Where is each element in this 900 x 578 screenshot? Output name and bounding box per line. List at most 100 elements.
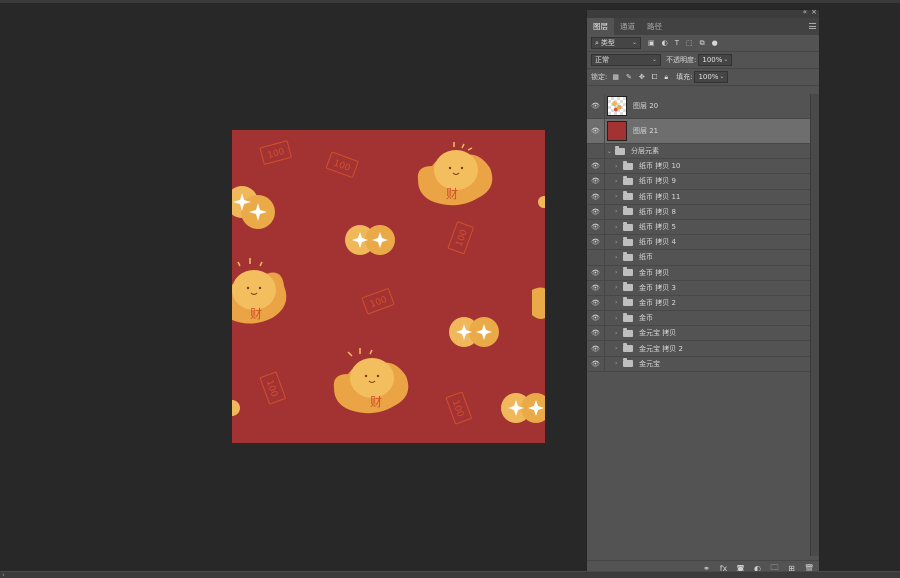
- group-name: 纸币 拷贝 9: [639, 177, 676, 186]
- panel-menu-icon[interactable]: [809, 23, 816, 29]
- folder-icon: [615, 145, 625, 155]
- visibility-toggle[interactable]: 👁︎: [587, 119, 605, 143]
- panel-tabs: 图层 通道 路径: [587, 18, 819, 35]
- blend-mode-dropdown[interactable]: 正常 ⌄: [591, 54, 661, 66]
- chevron-right-icon[interactable]: ›: [615, 193, 623, 200]
- visibility-toggle[interactable]: 👁︎: [587, 356, 605, 371]
- visibility-toggle[interactable]: 👁︎: [587, 204, 605, 219]
- collapse-icon[interactable]: «: [803, 8, 807, 16]
- visibility-toggle[interactable]: 👁︎: [587, 159, 605, 174]
- tab-channels[interactable]: 通道: [614, 18, 641, 35]
- lock-transparent-icon[interactable]: ▦: [612, 73, 619, 81]
- group-row[interactable]: 👁︎ › 金币 拷贝: [587, 265, 811, 281]
- chevron-right-icon[interactable]: ›: [615, 330, 623, 337]
- smartobject-filter-icon[interactable]: ⧉: [700, 39, 705, 48]
- visibility-toggle[interactable]: 👁︎: [587, 189, 605, 204]
- layers-scrollbar[interactable]: [810, 94, 819, 556]
- group-row[interactable]: 👁︎ › 纸币 拷贝 10: [587, 159, 811, 175]
- fill-label: 填充:: [676, 73, 693, 81]
- shape-filter-icon[interactable]: ⬚: [686, 39, 693, 47]
- group-row[interactable]: 👁︎ › 金元宝 拷贝: [587, 326, 811, 342]
- group-row[interactable]: 👁︎ › 纸币 拷贝 9: [587, 174, 811, 190]
- fill-field[interactable]: 100% ⌄: [694, 71, 729, 83]
- chevron-right-icon[interactable]: ›: [615, 284, 623, 291]
- group-name: 金元宝: [639, 359, 660, 368]
- status-bar: ›: [0, 571, 900, 578]
- group-row[interactable]: 👁︎ › 金币 拷贝 2: [587, 295, 811, 312]
- filter-kind-dropdown[interactable]: ⌕ 类型 ⌄: [591, 37, 641, 49]
- visibility-toggle[interactable]: 👁︎: [587, 280, 605, 295]
- chevron-right-icon[interactable]: ›: [615, 163, 623, 170]
- group-row[interactable]: · ⌄ 分层元素: [587, 144, 811, 160]
- ingot-edge-right: [532, 287, 545, 319]
- layer-row[interactable]: 👁︎ 图层 20: [587, 94, 811, 119]
- visibility-toggle[interactable]: 👁︎: [587, 326, 605, 341]
- visibility-toggle[interactable]: ·: [587, 144, 605, 159]
- chevron-right-icon[interactable]: ›: [615, 299, 623, 306]
- lock-position-icon[interactable]: ✥: [639, 73, 645, 81]
- layer-row-selected[interactable]: 👁︎ 图层 21: [587, 119, 811, 144]
- visibility-toggle[interactable]: 👁︎: [587, 265, 605, 280]
- group-row[interactable]: 👁︎ › 金币 拷贝 3: [587, 280, 811, 296]
- chevron-down-icon[interactable]: ⌄: [607, 148, 615, 155]
- group-name: 纸币 拷贝 11: [639, 192, 681, 201]
- group-row[interactable]: 👁︎ › 纸币 拷贝 4: [587, 235, 811, 251]
- chevron-right-icon[interactable]: ›: [615, 208, 623, 215]
- eye-icon: 👁︎: [591, 314, 600, 323]
- group-row[interactable]: 👁︎ › 金币: [587, 311, 811, 327]
- eye-icon: 👁︎: [591, 298, 600, 307]
- eye-icon: 👁︎: [591, 268, 600, 277]
- coin-pair-4: [501, 393, 545, 423]
- chevron-right-icon[interactable]: ›: [615, 269, 623, 276]
- visibility-toggle[interactable]: 👁︎: [587, 94, 605, 118]
- group-row[interactable]: 👁︎ › 纸币 拷贝 11: [587, 189, 811, 205]
- ingot-3-char: 财: [370, 395, 382, 409]
- document-canvas[interactable]: 100 100 100 100 100 100 财 财 财: [232, 130, 545, 443]
- visibility-toggle[interactable]: 👁︎: [587, 174, 605, 189]
- type-filter-icon[interactable]: T: [675, 39, 679, 47]
- chevron-right-icon[interactable]: ›: [615, 345, 623, 352]
- lock-artboard-icon[interactable]: ⧠: [652, 73, 658, 82]
- lock-pixels-icon[interactable]: ✎: [626, 73, 632, 81]
- visibility-toggle[interactable]: 👁︎: [587, 235, 605, 250]
- pixel-filter-icon[interactable]: ▣: [648, 39, 655, 47]
- folder-icon: [623, 236, 633, 246]
- layer-name: 图层 21: [633, 127, 659, 135]
- layer-thumbnail: [607, 121, 627, 141]
- group-name: 金元宝 拷贝 2: [639, 344, 683, 353]
- group-row[interactable]: 👁︎ › 纸币 拷贝 8: [587, 204, 811, 220]
- folder-icon: [623, 343, 633, 353]
- chevron-right-icon[interactable]: ›: [615, 315, 623, 322]
- visibility-toggle[interactable]: 👁︎: [587, 341, 605, 356]
- eye-icon: 👁︎: [591, 177, 600, 186]
- group-name: 纸币 拷贝 4: [639, 238, 676, 247]
- chevron-right-icon[interactable]: ›: [615, 239, 623, 246]
- lock-row: 锁定: ▦ ✎ ✥ ⧠ 🔒︎ 填充: 100% ⌄: [587, 69, 819, 86]
- group-row[interactable]: 👁︎ › 金元宝: [587, 356, 811, 372]
- opacity-value: 100%: [702, 56, 723, 64]
- group-row[interactable]: 👁︎ › 金元宝 拷贝 2: [587, 341, 811, 357]
- group-row[interactable]: 👁︎ › 纸币 拷贝 5: [587, 219, 811, 236]
- chevron-right-icon[interactable]: ›: [615, 178, 623, 185]
- lock-all-icon[interactable]: 🔒︎: [664, 73, 668, 82]
- chevron-right-icon[interactable]: ›: [2, 571, 5, 578]
- filter-toggle-icon[interactable]: ●: [712, 39, 718, 47]
- chevron-right-icon[interactable]: ›: [615, 224, 623, 231]
- visibility-toggle[interactable]: 👁︎: [587, 295, 605, 311]
- opacity-field[interactable]: 100% ⌄: [698, 54, 733, 66]
- tab-paths[interactable]: 路径: [641, 18, 668, 35]
- group-name: 金元宝 拷贝: [639, 329, 677, 338]
- visibility-toggle[interactable]: 👁︎: [587, 311, 605, 326]
- tab-layers[interactable]: 图层: [587, 18, 614, 35]
- group-name: 金币 拷贝 3: [639, 283, 676, 292]
- visibility-toggle[interactable]: ·: [587, 250, 605, 265]
- close-panel-icon[interactable]: ×: [811, 8, 817, 16]
- chevron-right-icon[interactable]: ›: [615, 254, 623, 261]
- adjustment-filter-icon[interactable]: ◐: [662, 39, 668, 47]
- chevron-right-icon[interactable]: ›: [615, 360, 623, 367]
- search-icon: ⌕: [595, 38, 599, 47]
- visibility-toggle[interactable]: 👁︎: [587, 219, 605, 235]
- folder-icon: [623, 221, 633, 231]
- eye-icon: ·: [587, 147, 604, 155]
- group-row[interactable]: · › 纸币: [587, 250, 811, 266]
